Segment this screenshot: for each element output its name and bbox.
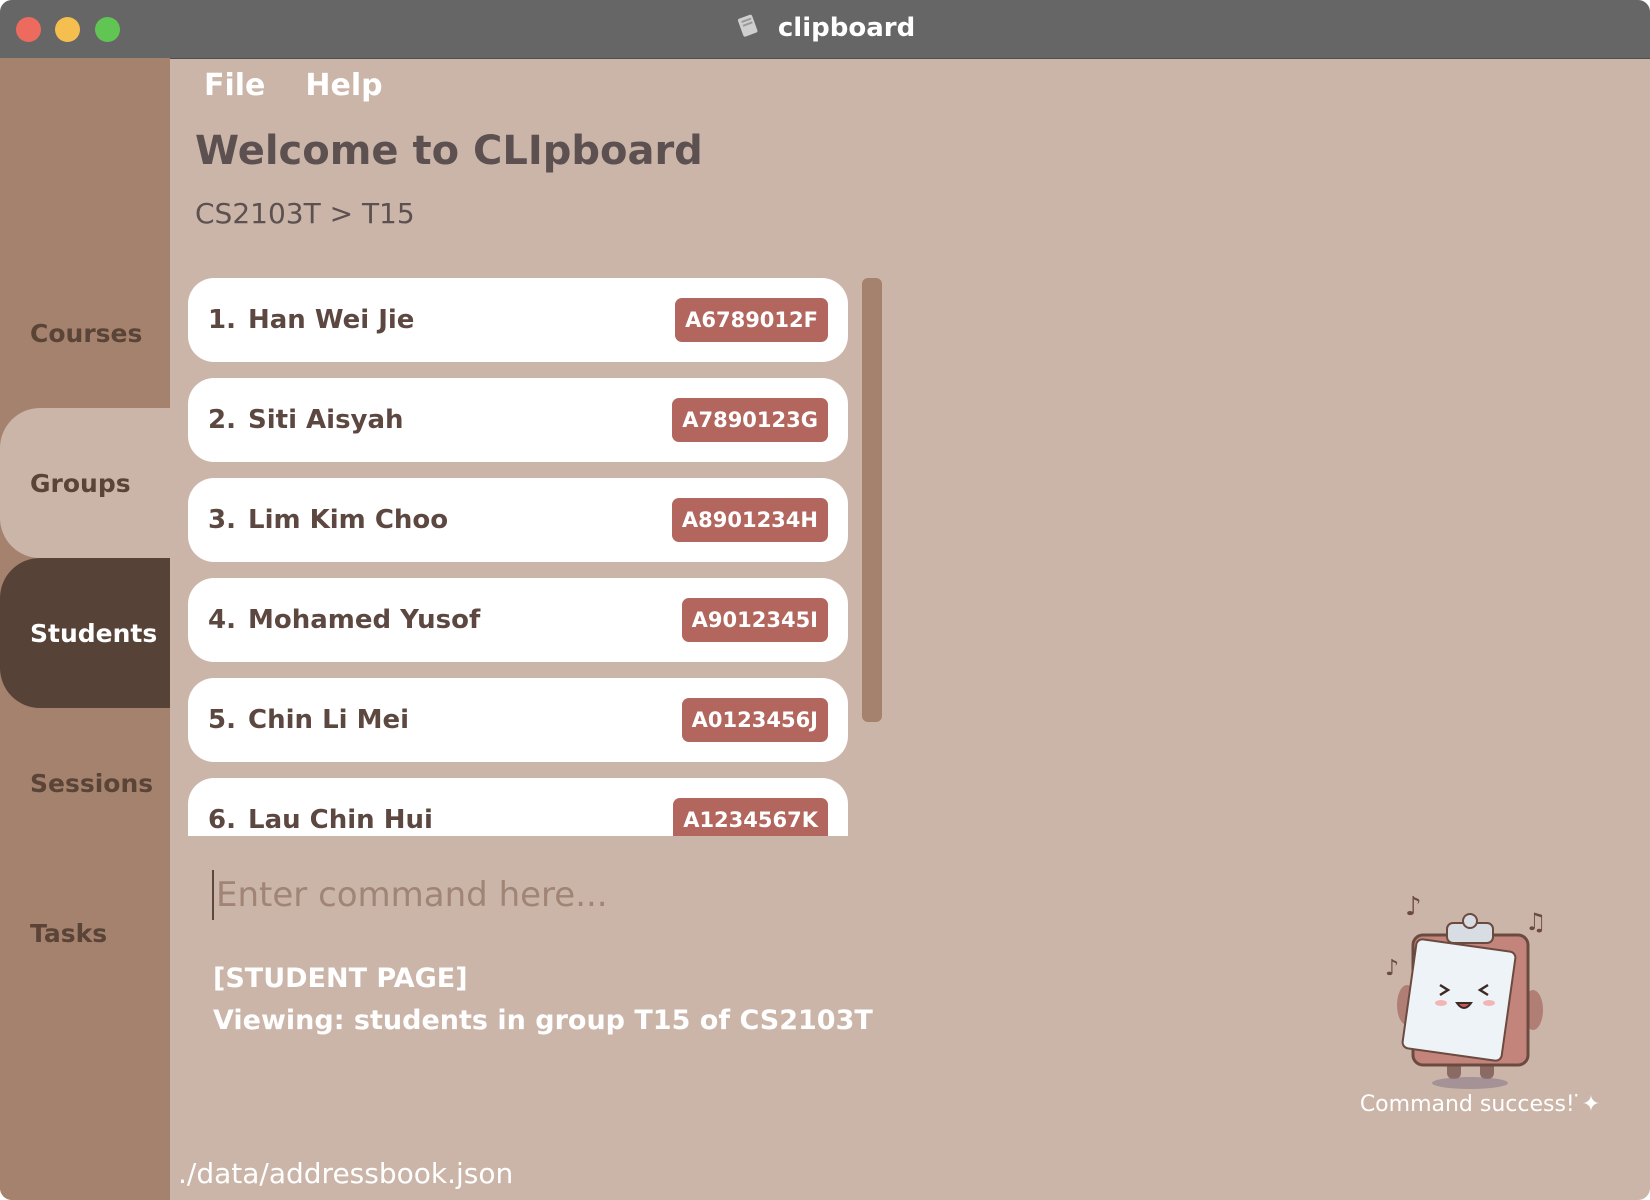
student-card-left: 4. Mohamed Yusof <box>208 605 480 635</box>
student-card[interactable]: 6. Lau Chin Hui A1234567K <box>188 778 848 836</box>
page-title: Welcome to CLIpboard <box>195 128 703 174</box>
student-card[interactable]: 5. Chin Li Mei A0123456J <box>188 678 848 762</box>
sidebar: Courses Groups Students Sessions Tasks <box>0 58 170 1200</box>
student-name: Lau Chin Hui <box>248 805 433 835</box>
student-card-left: 3. Lim Kim Choo <box>208 505 448 535</box>
scrollbar-thumb[interactable] <box>862 278 882 722</box>
student-index: 5. <box>208 705 236 735</box>
status-file-path: ./data/addressbook.json <box>178 1157 514 1190</box>
sidebar-item-label: Tasks <box>30 918 108 948</box>
sidebar-item-label: Sessions <box>30 768 154 798</box>
sidebar-item-groups[interactable]: Groups <box>0 408 170 558</box>
student-card-left: 2. Siti Aisyah <box>208 405 404 435</box>
student-name: Lim Kim Choo <box>248 505 449 535</box>
clipboard-icon <box>735 12 761 45</box>
student-card[interactable]: 3. Lim Kim Choo A8901234H <box>188 478 848 562</box>
command-input[interactable] <box>212 870 916 920</box>
window-title: clipboard <box>777 13 916 43</box>
student-card-left: 1. Han Wei Jie <box>208 305 414 335</box>
student-card[interactable]: 1. Han Wei Jie A6789012F <box>188 278 848 362</box>
sidebar-item-tasks[interactable]: Tasks <box>0 858 170 1008</box>
student-card[interactable]: 2. Siti Aisyah A7890123G <box>188 378 848 462</box>
sidebar-item-sessions[interactable]: Sessions <box>0 708 170 858</box>
student-list[interactable]: 1. Han Wei Jie A6789012F 2. Siti Aisyah … <box>188 278 848 836</box>
sidebar-item-courses[interactable]: Courses <box>0 258 170 408</box>
student-index: 4. <box>208 605 236 635</box>
student-card-left: 6. Lau Chin Hui <box>208 805 433 835</box>
menu-file[interactable]: File <box>204 68 265 103</box>
menu-help[interactable]: Help <box>305 68 382 103</box>
breadcrumb: CS2103T > T15 <box>195 197 415 230</box>
student-name: Mohamed Yusof <box>248 605 481 635</box>
student-index: 3. <box>208 505 236 535</box>
student-id-badge: A6789012F <box>675 298 828 342</box>
student-id-badge: A1234567K <box>673 798 828 836</box>
menu-bar: File Help <box>204 68 383 103</box>
student-index: 2. <box>208 405 236 435</box>
student-id-badge: A0123456J <box>681 698 828 742</box>
result-line-2: Viewing: students in group T15 of CS2103… <box>213 1005 873 1036</box>
student-index: 1. <box>208 305 236 335</box>
title-bar: clipboard <box>0 0 1650 59</box>
result-line-1: [STUDENT PAGE] <box>213 963 468 994</box>
student-name: Han Wei Jie <box>248 305 415 335</box>
svg-text:♫: ♫ <box>1525 908 1547 936</box>
svg-text:♪: ♪ <box>1405 892 1422 922</box>
app-window: clipboard Courses Groups Students Sessio… <box>0 0 1650 1200</box>
clipboard-mascot-icon: ♪ ♫ ♪ <box>1385 885 1565 1095</box>
student-name: Chin Li Mei <box>248 705 410 735</box>
student-card-left: 5. Chin Li Mei <box>208 705 409 735</box>
result-display: [STUDENT PAGE] Viewing: students in grou… <box>213 958 873 1042</box>
student-id-badge: A7890123G <box>672 398 828 442</box>
svg-text:♪: ♪ <box>1385 956 1399 981</box>
sidebar-item-students[interactable]: Students <box>0 558 170 708</box>
sidebar-item-label: Groups <box>30 468 131 498</box>
window-title-wrap: clipboard <box>0 12 1650 45</box>
student-id-badge: A8901234H <box>671 498 828 542</box>
student-id-badge: A9012345I <box>681 598 828 642</box>
sidebar-item-label: Courses <box>30 318 143 348</box>
student-name: Siti Aisyah <box>248 405 404 435</box>
sidebar-item-label: Students <box>30 618 158 648</box>
student-index: 6. <box>208 805 236 835</box>
student-list-scrollbar[interactable] <box>862 278 882 722</box>
mascot-caption: Command success! ̇✦ <box>1359 1092 1601 1117</box>
student-card[interactable]: 4. Mohamed Yusof A9012345I <box>188 578 848 662</box>
